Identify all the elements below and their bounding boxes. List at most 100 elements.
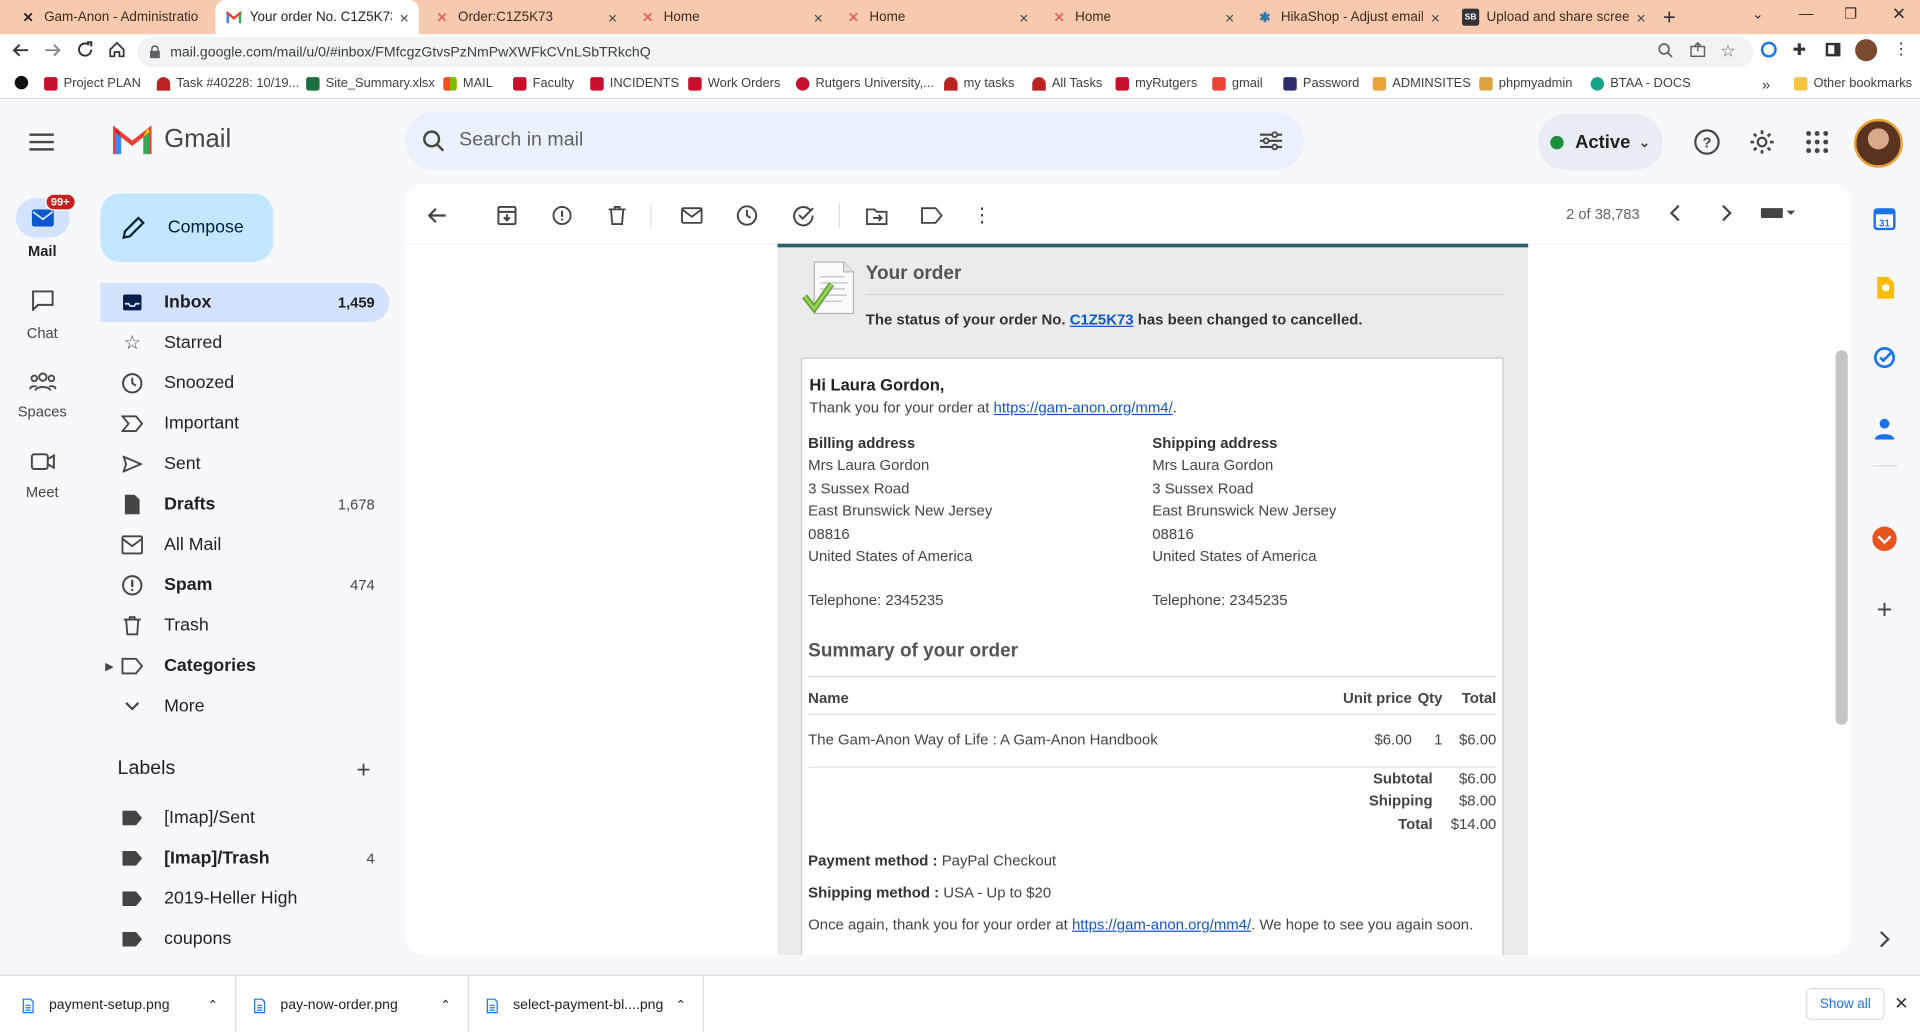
search-options-icon[interactable] <box>1260 131 1283 151</box>
settings-gear-icon[interactable] <box>1749 129 1776 156</box>
snooze-icon[interactable] <box>733 202 760 229</box>
move-to-icon[interactable] <box>863 202 890 229</box>
rail-meet[interactable]: Meet <box>0 453 84 501</box>
close-tab-icon[interactable]: × <box>400 8 409 26</box>
address-bar[interactable]: mail.google.com/mail/u/0/#inbox/FMfcgzGt… <box>137 36 1754 68</box>
share-icon[interactable] <box>1690 41 1706 58</box>
rail-mail[interactable]: 99+ Mail <box>0 193 84 260</box>
close-tab-icon[interactable]: × <box>1636 8 1645 26</box>
bookmark-favicon-icon[interactable] <box>14 75 35 90</box>
status-button[interactable]: Active ⌄ <box>1537 113 1663 171</box>
bookmark-password[interactable]: Password <box>1283 76 1359 91</box>
calendar-icon[interactable]: 31 <box>1871 206 1898 233</box>
chevron-up-icon[interactable]: ⌃ <box>440 999 450 1012</box>
nav-snoozed[interactable]: Snoozed <box>100 364 389 403</box>
bookmark-incidents[interactable]: INCIDENTS <box>590 76 679 91</box>
bookmark-rutgers[interactable]: Rutgers University,... <box>795 76 934 91</box>
bookmark-gmail[interactable]: gmail <box>1212 76 1263 91</box>
reload-icon[interactable] <box>76 40 94 58</box>
close-tab-icon[interactable]: × <box>1225 8 1234 26</box>
bookmark-project-plan[interactable]: Project PLAN <box>44 76 141 91</box>
forward-icon[interactable] <box>44 42 61 59</box>
download-item[interactable]: pay-now-order.png ⌃ <box>236 975 469 1032</box>
chrome-menu-icon[interactable]: ⋮ <box>1893 39 1909 59</box>
report-spam-icon[interactable] <box>549 202 576 229</box>
label-imap-sent[interactable]: [Imap]/Sent <box>100 798 389 837</box>
addon-icon[interactable] <box>1871 525 1898 552</box>
bookmark-myrutgers[interactable]: myRutgers <box>1115 76 1197 91</box>
close-tab-icon[interactable]: × <box>1431 8 1440 26</box>
close-tab-icon[interactable]: × <box>608 8 617 26</box>
bookmark-all-tasks[interactable]: All Tasks <box>1032 76 1102 91</box>
nav-trash[interactable]: Trash <box>100 606 389 645</box>
show-side-panel-icon[interactable] <box>1871 926 1898 953</box>
apps-grid-icon[interactable] <box>1806 131 1829 154</box>
label-coupons[interactable]: coupons <box>100 920 389 959</box>
minimize-icon[interactable]: — <box>1799 5 1814 22</box>
close-tab-icon[interactable]: × <box>814 8 823 26</box>
download-item[interactable]: payment-setup.png ⌃ <box>0 975 237 1032</box>
keep-icon[interactable] <box>1871 274 1898 301</box>
main-menu-icon[interactable] <box>29 132 54 152</box>
back-to-inbox-icon[interactable] <box>424 202 451 229</box>
back-icon[interactable] <box>12 42 29 59</box>
password-manager-icon[interactable] <box>1760 41 1777 58</box>
nav-starred[interactable]: ☆ Starred <box>100 323 389 362</box>
label-imap-trash[interactable]: [Imap]/Trash 4 <box>100 839 389 878</box>
tab-home-2[interactable]: ✕ Home × <box>835 0 1038 34</box>
rail-spaces[interactable]: Spaces <box>0 372 84 420</box>
bookmark-star-icon[interactable]: ☆ <box>1720 40 1735 61</box>
search-icon[interactable] <box>422 130 445 152</box>
show-all-button[interactable]: Show all <box>1806 988 1885 1021</box>
tab-gam-anon-admin[interactable]: ✕ Gam-Anon - Administratio <box>10 0 213 34</box>
close-window-icon[interactable]: ✕ <box>1892 4 1906 25</box>
more-bookmarks-icon[interactable]: » <box>1762 76 1770 93</box>
help-icon[interactable]: ? <box>1693 129 1720 156</box>
tab-order[interactable]: ✕ Order:C1Z5K73 × <box>424 0 627 34</box>
nav-categories[interactable]: ▶ Categories <box>100 647 389 686</box>
nav-sent[interactable]: Sent <box>100 444 389 483</box>
more-options-icon[interactable]: ⋮ <box>969 202 996 229</box>
new-tab-icon[interactable]: + <box>1663 5 1676 31</box>
tab-home-1[interactable]: ✕ Home × <box>629 0 832 34</box>
other-bookmarks[interactable]: Other bookmarks <box>1793 76 1912 91</box>
nav-spam[interactable]: Spam 474 <box>100 566 389 605</box>
bookmark-work-orders[interactable]: Work Orders <box>688 76 780 91</box>
chevron-up-icon[interactable]: ⌃ <box>675 999 685 1012</box>
add-label-icon[interactable]: + <box>356 757 370 785</box>
side-panel-icon[interactable] <box>1825 42 1841 57</box>
bookmark-faculty[interactable]: Faculty <box>513 76 574 91</box>
nav-drafts[interactable]: Drafts 1,678 <box>100 485 389 524</box>
tasks-icon[interactable] <box>1871 344 1898 371</box>
download-item[interactable]: select-payment-bl....png ⌃ <box>469 975 705 1032</box>
bookmark-my-tasks[interactable]: my tasks <box>944 76 1014 91</box>
store-link[interactable]: https://gam-anon.org/mm4/ <box>1072 916 1251 933</box>
search-bar[interactable]: Search in mail <box>405 111 1305 171</box>
tab-upload-share[interactable]: SB Upload and share screensh × <box>1452 0 1655 34</box>
newer-icon[interactable] <box>1669 204 1681 222</box>
nav-more[interactable]: More <box>100 687 389 726</box>
close-downloads-icon[interactable]: ✕ <box>1894 993 1908 1014</box>
delete-icon[interactable] <box>604 202 631 229</box>
expand-arrow-icon[interactable]: ▶ <box>105 659 113 672</box>
nav-important[interactable]: Important <box>100 404 389 443</box>
bookmark-adminsites[interactable]: ADMINSITES <box>1372 76 1471 91</box>
bookmark-task[interactable]: Task #40228: 10/19... <box>156 76 299 91</box>
extensions-icon[interactable]: ✚ <box>1793 40 1806 60</box>
home-icon[interactable] <box>108 40 126 58</box>
order-number-link[interactable]: C1Z5K73 <box>1070 311 1134 328</box>
label-as-icon[interactable] <box>918 202 945 229</box>
input-tools-icon[interactable] <box>1760 207 1796 219</box>
tab-your-order[interactable]: Your order No. C1Z5K73 is × <box>215 0 419 35</box>
bookmark-mail[interactable]: MAIL <box>443 76 493 91</box>
contacts-icon[interactable] <box>1871 415 1898 442</box>
older-icon[interactable] <box>1720 204 1732 222</box>
chevron-up-icon[interactable]: ⌃ <box>208 999 218 1012</box>
bookmark-site-summary[interactable]: Site_Summary.xlsx <box>306 76 435 91</box>
bookmark-btaa-docs[interactable]: BTAA - DOCS <box>1590 76 1691 91</box>
tab-hikashop[interactable]: ✱ HikaShop - Adjust emails / × <box>1247 0 1450 34</box>
nav-all-mail[interactable]: All Mail <box>100 525 389 564</box>
scrollbar-thumb[interactable] <box>1835 350 1848 725</box>
compose-button[interactable]: Compose <box>100 193 274 263</box>
tab-search-icon[interactable]: ⌄ <box>1752 6 1763 22</box>
